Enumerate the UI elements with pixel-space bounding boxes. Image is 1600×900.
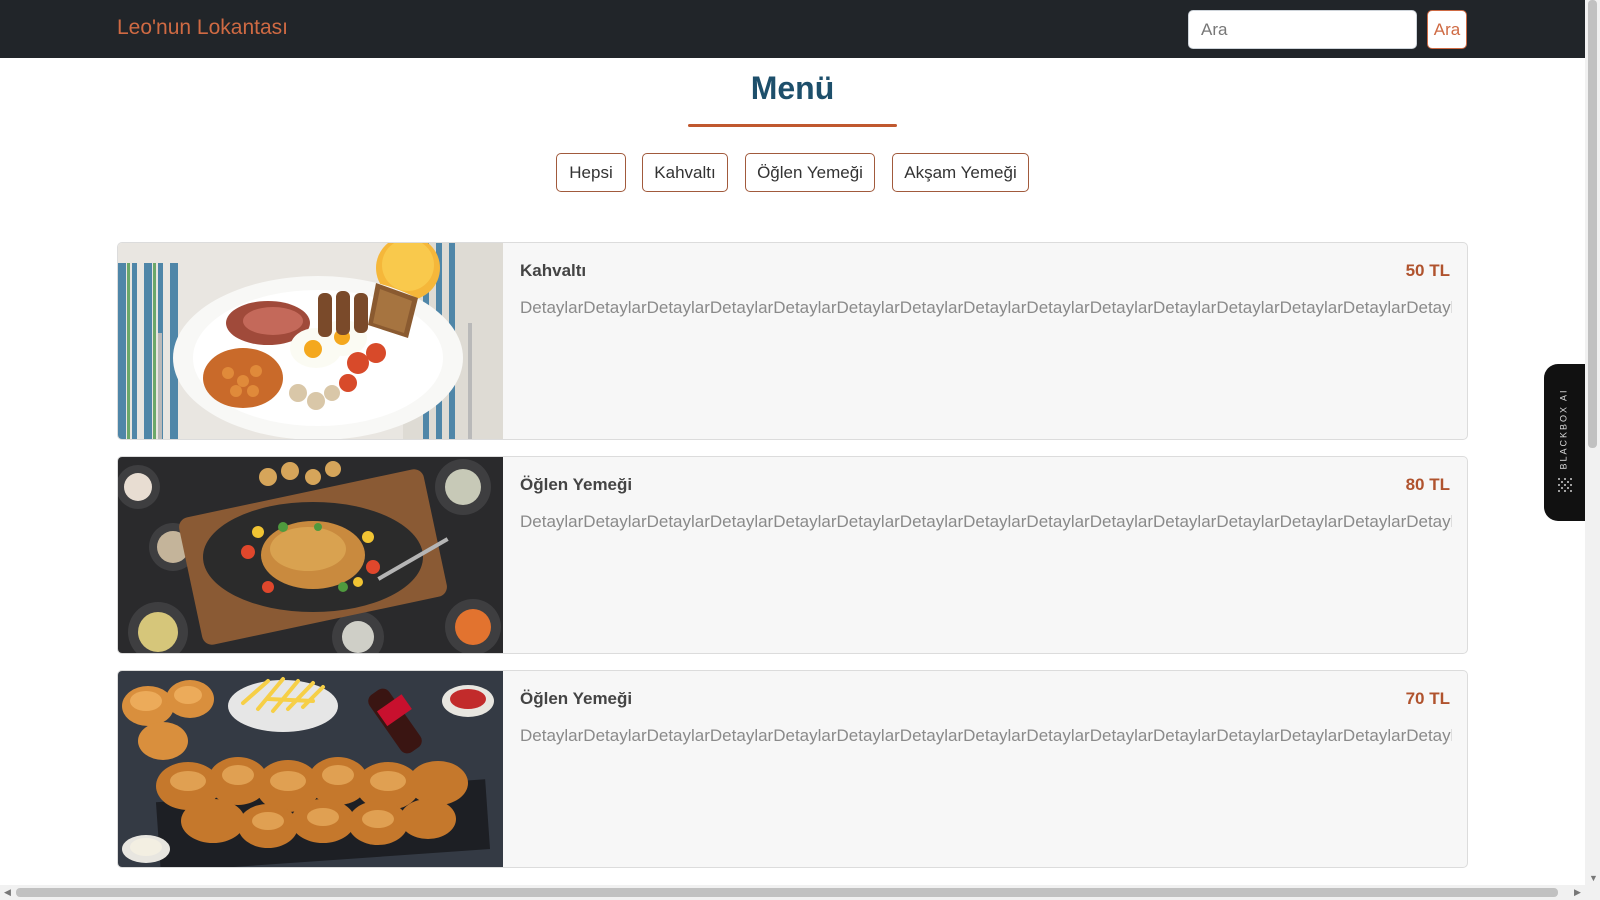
blackbox-ai-widget[interactable]: BLACKBOX AI (1544, 364, 1585, 521)
brand-link[interactable]: Leo'nun Lokantası (117, 16, 288, 40)
search-input[interactable] (1188, 10, 1417, 49)
page-title: Menü (750, 70, 835, 106)
menu-item-description: DetaylarDetaylarDetaylarDetaylarDetaylar… (520, 298, 1452, 317)
category-filters: Hepsi Kahvaltı Öğlen Yemeği Akşam Yemeği (0, 153, 1585, 193)
menu-item-title: Öğlen Yemeği (520, 689, 633, 708)
menu-item-card[interactable]: Kahvaltı 50 TL DetaylarDetaylarDetaylarD… (117, 242, 1468, 440)
menu-item-card[interactable]: Öğlen Yemeği 70 TL DetaylarDetaylarDetay… (117, 670, 1468, 868)
menu-item-card[interactable]: Öğlen Yemeği 80 TL DetaylarDetaylarDetay… (117, 456, 1468, 654)
scroll-down-arrow-icon[interactable]: ▼ (1589, 873, 1598, 883)
filter-lunch-button[interactable]: Öğlen Yemeği (745, 153, 875, 192)
vertical-scrollbar-thumb[interactable] (1588, 0, 1597, 448)
roast-chicken-platter-image (118, 457, 503, 653)
menu-item-title: Kahvaltı (520, 261, 587, 280)
widget-label: BLACKBOX AI (1559, 388, 1569, 470)
menu-item-price: 50 TL (1405, 261, 1450, 280)
menu-item-title: Öğlen Yemeği (520, 475, 633, 494)
filter-breakfast-button[interactable]: Kahvaltı (642, 153, 728, 192)
menu-item-description: DetaylarDetaylarDetaylarDetaylarDetaylar… (520, 512, 1452, 531)
menu-item-price: 80 TL (1405, 475, 1450, 494)
scroll-right-arrow-icon[interactable]: ▶ (1574, 887, 1581, 898)
filter-dinner-button[interactable]: Akşam Yemeği (892, 153, 1029, 192)
search-button[interactable]: Ara (1427, 10, 1467, 49)
horizontal-scrollbar-thumb[interactable] (16, 888, 1558, 897)
breakfast-plate-image (118, 243, 503, 439)
title-underline (688, 124, 897, 127)
menu-item-description: DetaylarDetaylarDetaylarDetaylarDetaylar… (520, 726, 1452, 745)
menu-item-price: 70 TL (1405, 689, 1450, 708)
fried-chicken-fries-cola-image (118, 671, 503, 867)
filter-all-button[interactable]: Hepsi (556, 153, 626, 192)
dots-icon (1558, 478, 1572, 492)
scroll-left-arrow-icon[interactable]: ◀ (4, 887, 11, 898)
navbar: Leo'nun Lokantası Ara (0, 0, 1585, 58)
